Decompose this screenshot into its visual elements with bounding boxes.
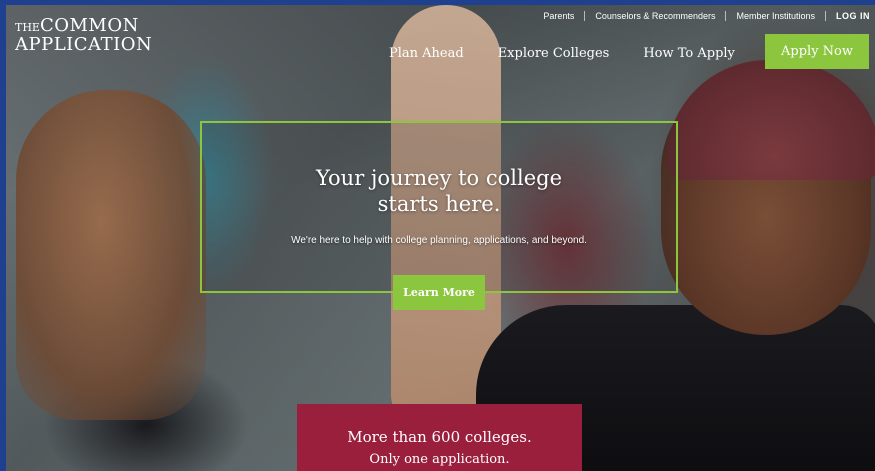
student-left-photo <box>16 90 206 420</box>
hero-callout-box: Your journey to college starts here. We'… <box>200 121 678 293</box>
beanie-photo <box>666 60 875 180</box>
divider <box>584 11 586 21</box>
promo-line-1: More than 600 colleges. <box>347 428 532 446</box>
apply-now-button[interactable]: Apply Now <box>765 34 869 69</box>
login-link[interactable]: LOG IN <box>836 11 870 21</box>
nav-how-to-apply[interactable]: How To Apply <box>643 46 735 61</box>
browser-frame: THECOMMON APPLICATION Parents Counselors… <box>0 0 875 471</box>
hero-subheadline: We're here to help with college planning… <box>291 235 587 246</box>
promo-line-2: Only one application. <box>369 452 510 467</box>
main-nav: Plan Ahead Explore Colleges How To Apply <box>389 46 735 61</box>
headline-line-1: Your journey to college <box>315 166 563 190</box>
divider <box>725 11 727 21</box>
divider <box>825 11 826 21</box>
promo-banner[interactable]: More than 600 colleges. Only one applica… <box>297 404 582 471</box>
util-link-counselors[interactable]: Counselors & Recommenders <box>595 11 715 21</box>
util-link-member-institutions[interactable]: Member Institutions <box>736 11 815 21</box>
nav-explore-colleges[interactable]: Explore Colleges <box>498 46 610 61</box>
headline-line-2: starts here. <box>377 192 501 216</box>
util-link-parents[interactable]: Parents <box>543 11 574 21</box>
hero-headline: Your journey to college starts here. <box>202 165 676 217</box>
logo-line-1-text: COMMON <box>39 15 139 36</box>
common-app-logo[interactable]: THECOMMON APPLICATION <box>15 15 153 55</box>
logo-line-2: APPLICATION <box>15 34 153 55</box>
learn-more-button[interactable]: Learn More <box>393 275 485 310</box>
nav-plan-ahead[interactable]: Plan Ahead <box>389 46 464 61</box>
utility-nav: Parents Counselors & Recommenders Member… <box>543 11 870 21</box>
